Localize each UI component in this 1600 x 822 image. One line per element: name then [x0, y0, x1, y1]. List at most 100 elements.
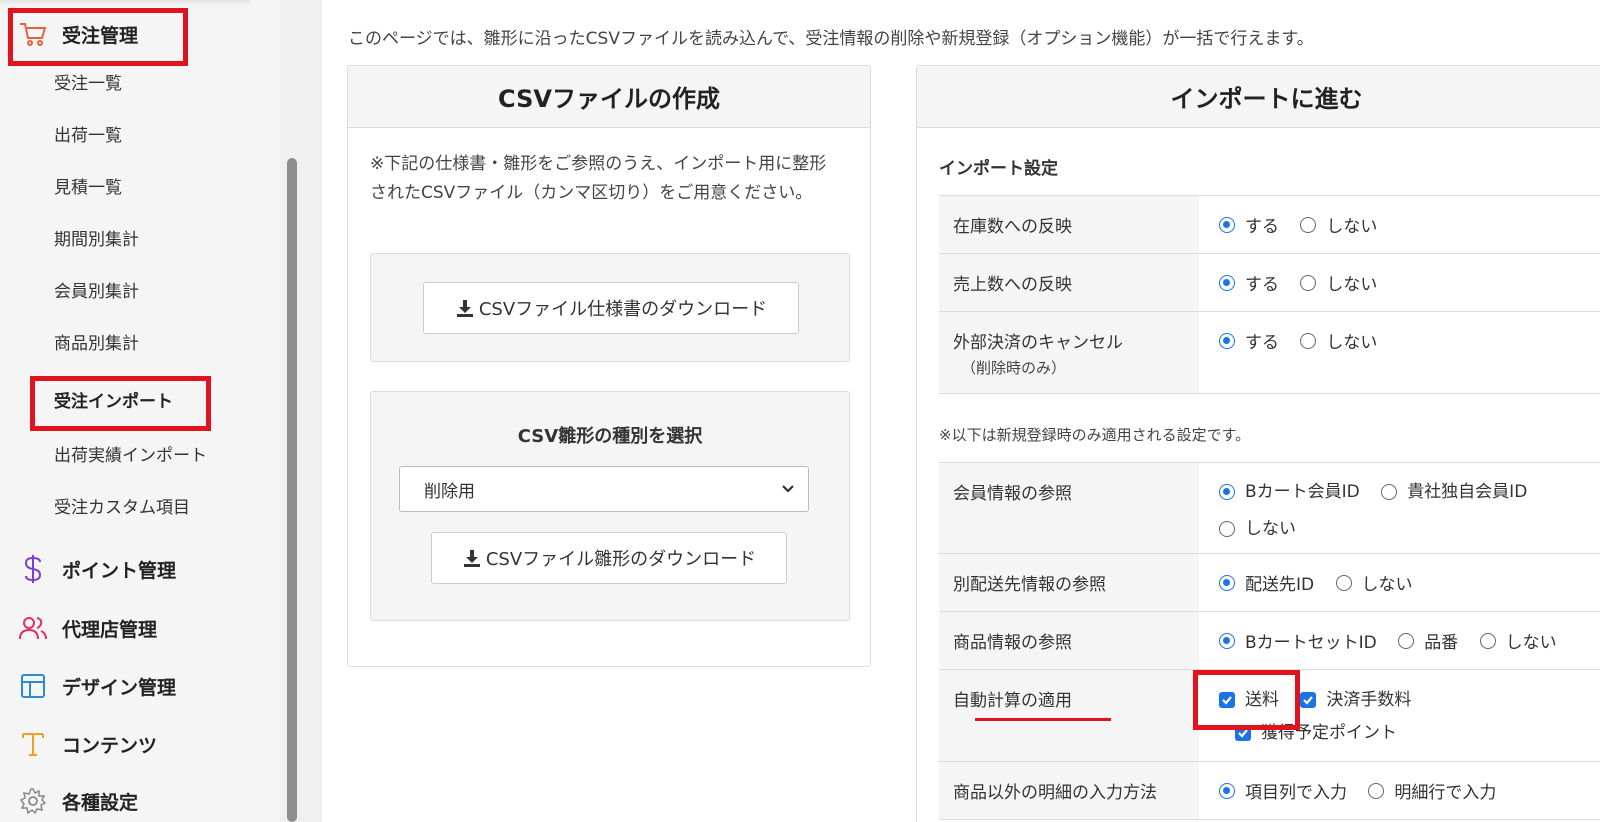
radio-button[interactable]	[1219, 782, 1235, 799]
radio-button[interactable]	[1300, 332, 1317, 349]
radio-option[interactable]: 貴社独自会員ID	[1381, 475, 1527, 509]
option-label: しない	[1326, 275, 1378, 295]
checkbox-option[interactable]: 決済手数料	[1300, 684, 1411, 716]
nav-settings-label: 各種設定	[62, 791, 139, 814]
sidebar-scrollbar[interactable]	[287, 158, 297, 822]
nav-contents[interactable]: コンテンツ	[18, 724, 157, 764]
users-icon	[18, 613, 48, 643]
row-options: する しない	[1199, 312, 1600, 393]
row-options: する しない	[1199, 254, 1600, 311]
csv-note: ※下記の仕様書・雛形をご参照のうえ、インポート用に整形されたCSVファイル（カン…	[370, 154, 827, 203]
radio-button[interactable]	[1398, 632, 1415, 649]
nav-agency-management-label: 代理店管理	[62, 618, 158, 641]
radio-button[interactable]	[1479, 632, 1496, 649]
radio-option[interactable]: 品番	[1398, 628, 1458, 653]
import-settings-title: インポート設定	[939, 159, 1058, 179]
radio-option[interactable]: する	[1219, 270, 1279, 295]
option-label: しない	[1326, 333, 1378, 353]
spec-download-button[interactable]: CSVファイル仕様書のダウンロード	[423, 282, 799, 334]
template-type-select[interactable]: 削除用	[399, 466, 809, 512]
sidebar-item-shipping-list[interactable]: 出荷一覧	[54, 123, 122, 149]
nav-point-management[interactable]: ポイント管理	[18, 549, 176, 589]
option-label: 決済手数料	[1326, 690, 1412, 710]
sidebar-item-order-list[interactable]: 受注一覧	[54, 71, 122, 97]
sidebar-item-shipment-import[interactable]: 出荷実績インポート	[54, 443, 207, 469]
radio-button[interactable]	[1219, 521, 1235, 537]
radio-button[interactable]	[1219, 484, 1235, 500]
option-label: しない	[1505, 633, 1557, 653]
row-label: 在庫数への反映	[939, 196, 1199, 253]
radio-button[interactable]	[1219, 332, 1235, 349]
nav-settings[interactable]: 各種設定	[18, 781, 138, 821]
row-options: BカートセットID 品番 しない	[1199, 612, 1600, 669]
radio-option[interactable]: BカートセットID	[1219, 628, 1377, 653]
radio-button[interactable]	[1219, 574, 1235, 591]
sidebar-item-order-custom-fields[interactable]: 受注カスタム項目	[54, 495, 190, 521]
highlight-order-import	[30, 376, 211, 431]
radio-option[interactable]: しない	[1300, 328, 1377, 353]
radio-button[interactable]	[1300, 216, 1317, 233]
radio-button[interactable]	[1368, 782, 1385, 799]
nav-contents-label: コンテンツ	[62, 734, 158, 757]
row-options: 項目列で入力 明細行で入力	[1199, 762, 1600, 819]
radio-button[interactable]	[1300, 274, 1317, 291]
sidebar: 受注管理 受注一覧 出荷一覧 見積一覧 期間別集計 会員別集計 商品別集計 受注…	[0, 0, 280, 822]
radio-option[interactable]: する	[1219, 212, 1279, 237]
radio-option[interactable]: 明細行で入力	[1368, 778, 1496, 803]
radio-button[interactable]	[1219, 274, 1235, 291]
template-select-well: CSV雛形の種別を選択 削除用 CSVファイル雛形のダウンロード	[370, 391, 850, 621]
option-label: 明細行で入力	[1394, 783, 1497, 803]
row-options: する しない	[1199, 196, 1600, 253]
radio-button[interactable]	[1335, 574, 1352, 591]
sidebar-item-estimate-list[interactable]: 見積一覧	[54, 175, 122, 201]
download-icon	[455, 298, 475, 318]
option-label: しない	[1361, 575, 1413, 595]
radio-option[interactable]: する	[1219, 328, 1279, 353]
option-label: 貴社独自会員ID	[1407, 482, 1528, 502]
row-options: Bカート会員ID 貴社独自会員ID しない	[1199, 463, 1600, 553]
template-download-button[interactable]: CSVファイル雛形のダウンロード	[431, 532, 787, 584]
row-label: 自動計算の適用	[939, 670, 1199, 761]
option-label: BカートセットID	[1245, 633, 1377, 653]
row-label-text: 外部決済のキャンセル	[953, 333, 1123, 353]
radio-option[interactable]: しない	[1335, 570, 1413, 595]
radio-button[interactable]	[1381, 484, 1398, 500]
radio-option[interactable]: しない	[1300, 270, 1377, 295]
import-settings-table: 在庫数への反映 する しない 売上数への反映 する しない 外部決済のキャンセル…	[939, 195, 1600, 394]
radio-option[interactable]: Bカート会員ID	[1219, 475, 1360, 509]
row-label: 売上数への反映	[939, 254, 1199, 311]
row-label: 商品以外の明細の入力方法	[939, 762, 1199, 819]
chevron-down-icon	[780, 481, 796, 502]
option-label: する	[1245, 333, 1279, 353]
radio-option[interactable]: しない	[1219, 512, 1296, 546]
nav-design-management[interactable]: デザイン管理	[18, 666, 176, 706]
sidebar-item-product-summary[interactable]: 商品別集計	[54, 331, 139, 357]
text-icon	[18, 729, 48, 759]
checkbox-checked[interactable]	[1300, 692, 1317, 708]
nav-design-management-label: デザイン管理	[62, 676, 177, 699]
radio-option[interactable]: 項目列で入力	[1219, 778, 1347, 803]
option-label: しない	[1326, 217, 1378, 237]
radio-button[interactable]	[1219, 632, 1235, 649]
radio-button[interactable]	[1219, 216, 1235, 233]
nav-point-management-label: ポイント管理	[62, 559, 177, 582]
table-row: 在庫数への反映 する しない	[939, 196, 1600, 254]
nav-agency-management[interactable]: 代理店管理	[18, 608, 157, 648]
highlight-order-management	[8, 8, 188, 66]
sidebar-item-period-summary[interactable]: 期間別集計	[54, 227, 139, 253]
option-label: 項目列で入力	[1245, 783, 1347, 803]
sidebar-top-shadow	[0, 0, 250, 6]
import-panel-title: インポートに進む	[917, 66, 1600, 128]
new-registration-table: 会員情報の参照 Bカート会員ID 貴社独自会員ID しない 別配送先情報の参照 …	[939, 462, 1600, 820]
csv-create-panel: CSVファイルの作成 ※下記の仕様書・雛形をご参照のうえ、インポート用に整形され…	[347, 65, 871, 667]
option-label: する	[1245, 217, 1279, 237]
page-intro-text: このページでは、雛形に沿ったCSVファイルを読み込んで、受注情報の削除や新規登録…	[348, 29, 1314, 49]
option-label: する	[1245, 275, 1279, 295]
radio-option[interactable]: しない	[1300, 212, 1377, 237]
radio-option[interactable]: 配送先ID	[1219, 570, 1314, 595]
highlight-underline	[975, 718, 1111, 721]
row-label: 外部決済のキャンセル （削除時のみ）	[939, 312, 1199, 393]
sidebar-item-member-summary[interactable]: 会員別集計	[54, 279, 139, 305]
radio-option[interactable]: しない	[1479, 628, 1557, 653]
row-options: 配送先ID しない	[1199, 554, 1600, 611]
